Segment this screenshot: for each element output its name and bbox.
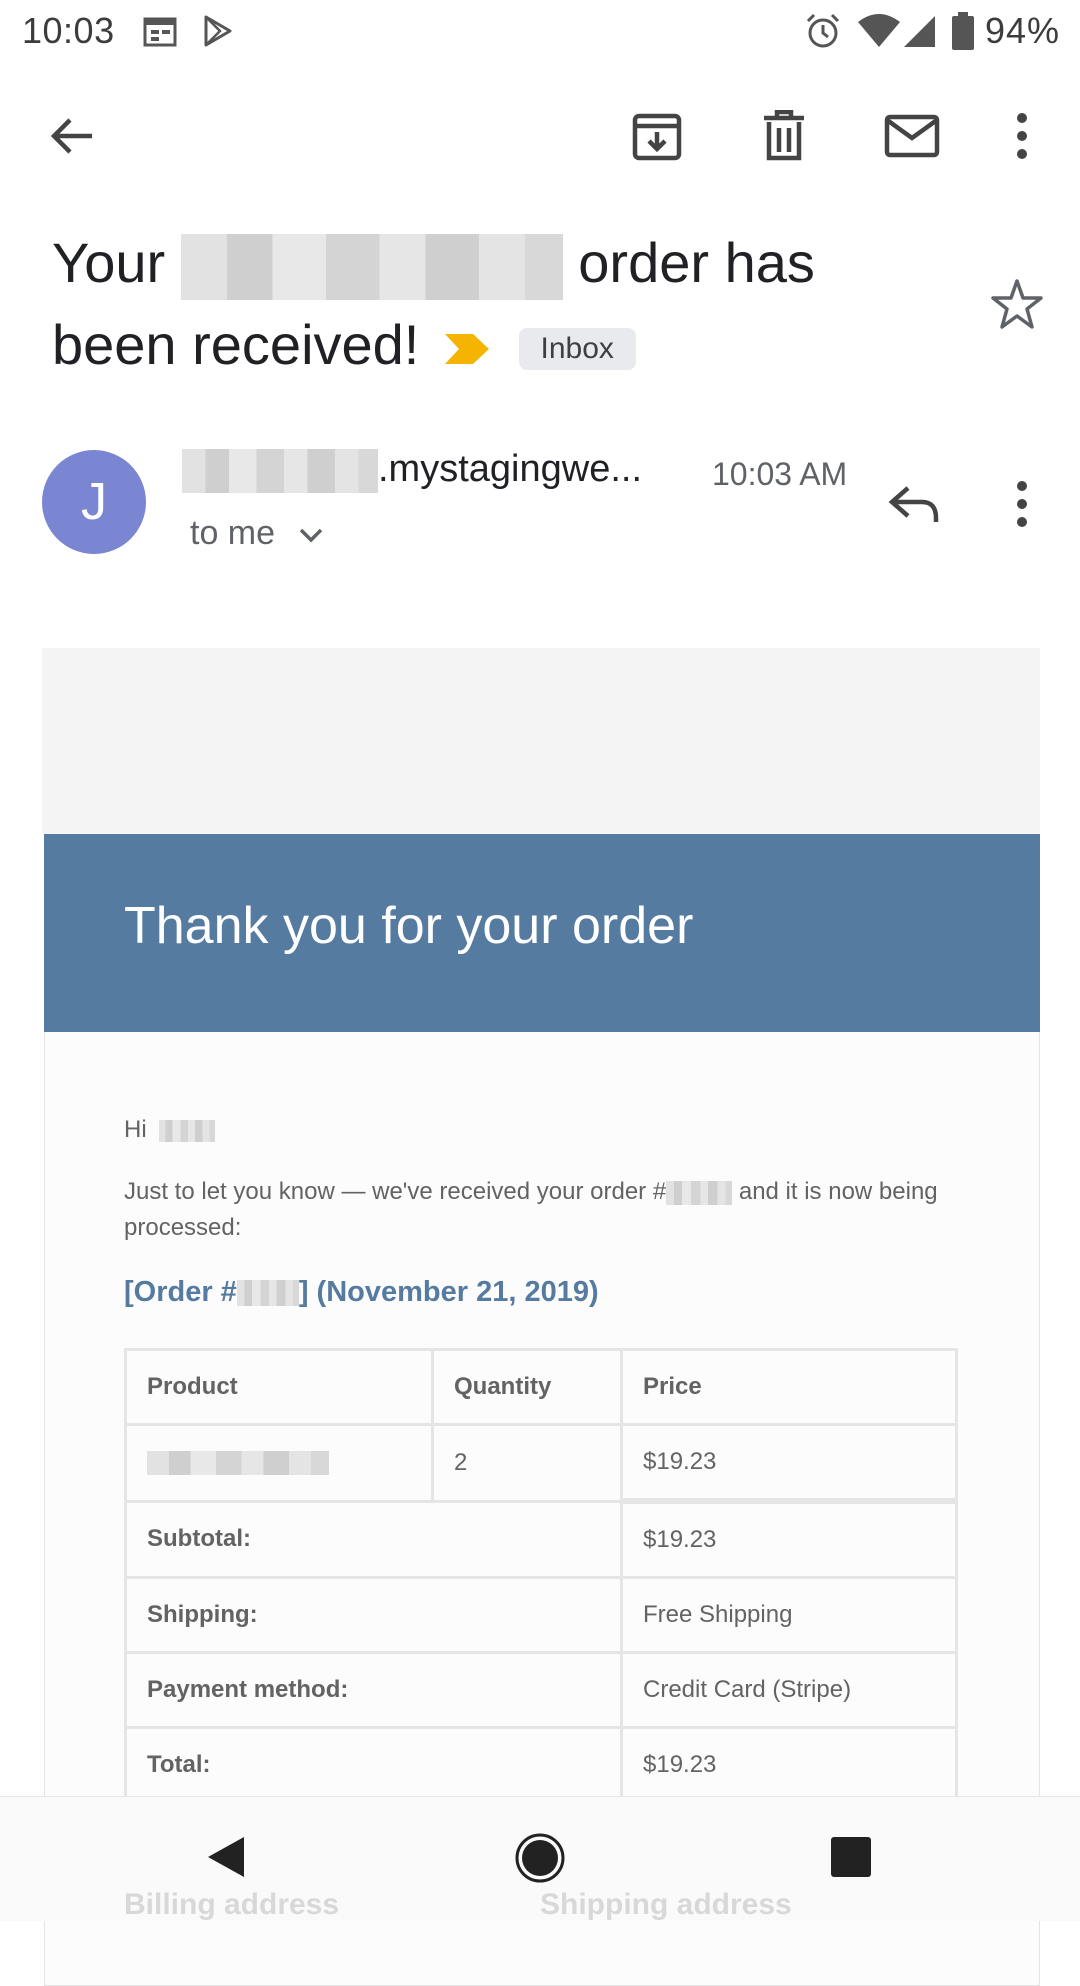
redacted-sender <box>182 448 378 493</box>
email-subject: Your order has been received! Inbox <box>52 222 912 386</box>
header-price: Price <box>620 1348 958 1426</box>
battery-percent: 94% <box>984 10 1060 51</box>
nav-back-icon[interactable] <box>204 1834 250 1880</box>
quantity-cell: 2 <box>431 1423 623 1503</box>
greeting-text: Hi <box>124 1116 147 1143</box>
sender-domain: .mystagingwe... <box>378 448 642 490</box>
alarm-icon <box>806 13 840 48</box>
archive-icon <box>632 113 682 161</box>
billing-address-heading: Billing address <box>124 1888 340 1921</box>
back-button[interactable] <box>40 104 104 168</box>
email-heading: Thank you for your order <box>124 897 694 955</box>
product-cell <box>124 1423 434 1503</box>
status-bar: 10:03 94% <box>0 0 1080 62</box>
price-cell: $19.23 <box>620 1423 958 1503</box>
inbox-label-chip[interactable]: Inbox <box>518 328 636 371</box>
more-options-button[interactable] <box>990 104 1054 168</box>
recipient-details[interactable]: to me <box>190 514 323 553</box>
subtotal-label: Subtotal: <box>124 1499 623 1579</box>
order-table: Product Quantity Price 2 $19.23 Subtotal… <box>124 1348 958 1804</box>
notice-part1: Just to let you know — we've received yo… <box>124 1178 667 1205</box>
star-icon[interactable] <box>990 278 1044 330</box>
calendar-icon <box>143 17 177 47</box>
delete-button[interactable] <box>752 104 816 168</box>
table-header-row: Product Quantity Price <box>124 1348 958 1426</box>
redacted-order-id <box>236 1280 299 1307</box>
cell-signal-icon <box>904 16 935 47</box>
order-title-link[interactable]: [Order # ] (November 21, 2019) <box>124 1276 599 1309</box>
header-product: Product <box>124 1348 434 1426</box>
archive-button[interactable] <box>625 104 689 168</box>
sender-name[interactable]: .mystagingwe... <box>182 448 642 493</box>
subject-prefix: Your <box>52 231 166 294</box>
table-row: Payment method: Credit Card (Stripe) <box>124 1651 958 1729</box>
table-row: Total: $19.23 <box>124 1726 958 1804</box>
chevron-down-icon <box>299 528 322 543</box>
sender-avatar[interactable]: J <box>42 450 146 554</box>
battery-icon <box>952 12 974 50</box>
order-notice: Just to let you know — we've received yo… <box>124 1174 964 1246</box>
total-value: $19.23 <box>620 1726 958 1804</box>
table-row: 2 $19.23 <box>124 1423 958 1503</box>
nav-recents-icon[interactable] <box>830 1836 872 1878</box>
more-vert-icon <box>1017 113 1027 159</box>
wifi-icon <box>858 14 900 47</box>
greeting: Hi <box>124 1112 216 1148</box>
order-title-suffix: ] (November 21, 2019) <box>298 1276 599 1308</box>
delete-icon <box>764 110 804 161</box>
shipping-address-heading: Shipping address <box>540 1888 792 1921</box>
more-vert-icon <box>1017 481 1027 527</box>
nav-home-icon[interactable] <box>514 1832 566 1884</box>
recipient-label: to me <box>190 514 276 552</box>
received-time: 10:03 AM <box>712 456 848 492</box>
shipping-value: Free Shipping <box>620 1576 958 1654</box>
payment-method-value: Credit Card (Stripe) <box>620 1651 958 1729</box>
total-label: Total: <box>124 1726 623 1804</box>
table-row: Subtotal: $19.23 <box>124 1498 958 1579</box>
mark-unread-button[interactable] <box>880 104 944 168</box>
redacted-store-name <box>180 234 563 301</box>
email-top-background <box>42 648 1040 834</box>
status-time: 10:03 <box>22 10 115 51</box>
redacted-customer-name <box>159 1119 216 1142</box>
redacted-product-name <box>147 1451 329 1476</box>
reply-icon <box>888 486 939 522</box>
message-more-button[interactable] <box>990 472 1054 536</box>
play-store-icon <box>204 15 232 47</box>
order-title-prefix: [Order # <box>124 1276 237 1308</box>
mark-unread-icon <box>884 114 940 158</box>
header-quantity: Quantity <box>431 1348 623 1426</box>
back-arrow-icon <box>50 118 92 154</box>
redacted-order-number <box>666 1180 733 1205</box>
important-marker-icon[interactable] <box>443 332 491 366</box>
shipping-label: Shipping: <box>124 1576 623 1654</box>
payment-method-label: Payment method: <box>124 1651 623 1729</box>
table-row: Shipping: Free Shipping <box>124 1576 958 1654</box>
subtotal-value: $19.23 <box>620 1498 958 1579</box>
reply-button[interactable] <box>882 472 946 536</box>
